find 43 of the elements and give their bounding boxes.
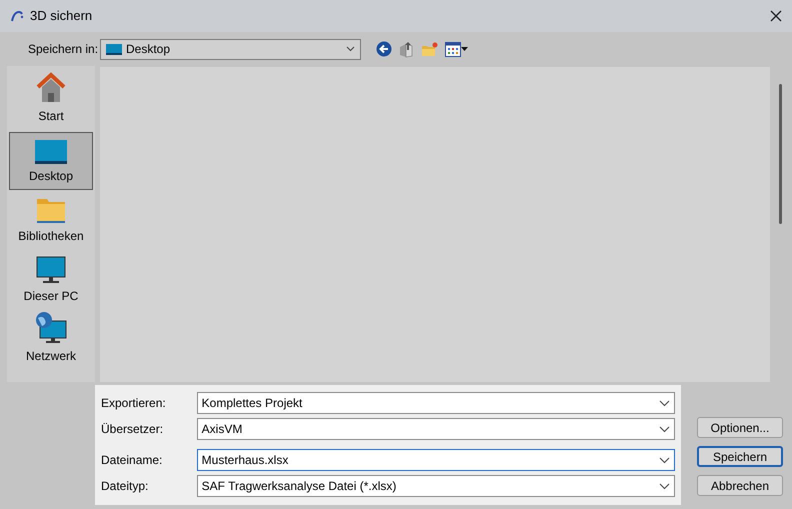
new-folder-icon[interactable] bbox=[421, 42, 438, 56]
field-label: Dateiname: bbox=[101, 452, 164, 469]
combo-field[interactable]: Musterhaus.xlsx bbox=[196, 449, 675, 471]
combo-field[interactable]: Komplettes Projekt bbox=[196, 392, 675, 414]
sidebar-item[interactable]: Netzwerk bbox=[9, 312, 93, 370]
chevron-down-icon bbox=[346, 46, 355, 52]
field-label: Exportieren: bbox=[101, 395, 167, 412]
grid-view-icon bbox=[445, 42, 461, 56]
sidebar-label: Desktop bbox=[28, 168, 74, 185]
sidebar-label: Dieser PC bbox=[24, 288, 78, 305]
desktop-icon bbox=[35, 140, 67, 164]
sidebar-item[interactable]: Bibliotheken bbox=[9, 192, 93, 250]
sidebar-label: Netzwerk bbox=[26, 348, 76, 365]
chevron-down-icon bbox=[659, 456, 670, 464]
up-folder-icon[interactable] bbox=[398, 40, 414, 58]
dialog-button[interactable]: Abbrechen bbox=[697, 475, 783, 496]
desktop-icon bbox=[106, 43, 122, 55]
save-in-label: Speichern in: bbox=[28, 41, 100, 58]
sidebar-label: Start bbox=[38, 108, 64, 125]
app-logo-icon bbox=[10, 10, 24, 22]
combo-field[interactable]: SAF Tragwerksanalyse Datei (*.xlsx) bbox=[196, 475, 675, 497]
window-title: 3D sichern bbox=[30, 7, 92, 26]
chevron-down-icon bbox=[659, 482, 670, 490]
location-value: Desktop bbox=[126, 41, 172, 58]
field-label: Dateityp: bbox=[101, 478, 150, 495]
dropdown-arrow-icon bbox=[461, 47, 468, 51]
dialog-button[interactable]: Speichern bbox=[697, 446, 783, 467]
close-icon[interactable] bbox=[770, 10, 782, 22]
chevron-down-icon bbox=[659, 400, 670, 406]
monitor-icon bbox=[36, 256, 66, 284]
location-dropdown[interactable]: Desktop bbox=[100, 38, 361, 60]
home-icon bbox=[35, 72, 67, 104]
field-label: Übersetzer: bbox=[101, 421, 164, 438]
sidebar-item[interactable]: Dieser PC bbox=[9, 252, 93, 310]
combo-field[interactable]: AxisVM bbox=[196, 418, 675, 440]
chevron-down-icon bbox=[659, 426, 670, 432]
sidebar-item[interactable]: Desktop bbox=[9, 132, 93, 190]
dialog-button[interactable]: Optionen... bbox=[697, 417, 783, 438]
folder-icon bbox=[36, 198, 66, 224]
sidebar-label: Bibliotheken bbox=[18, 228, 84, 245]
view-menu-button[interactable] bbox=[445, 42, 468, 56]
sidebar-item[interactable]: Start bbox=[9, 72, 93, 130]
network-monitor-icon bbox=[35, 312, 67, 344]
